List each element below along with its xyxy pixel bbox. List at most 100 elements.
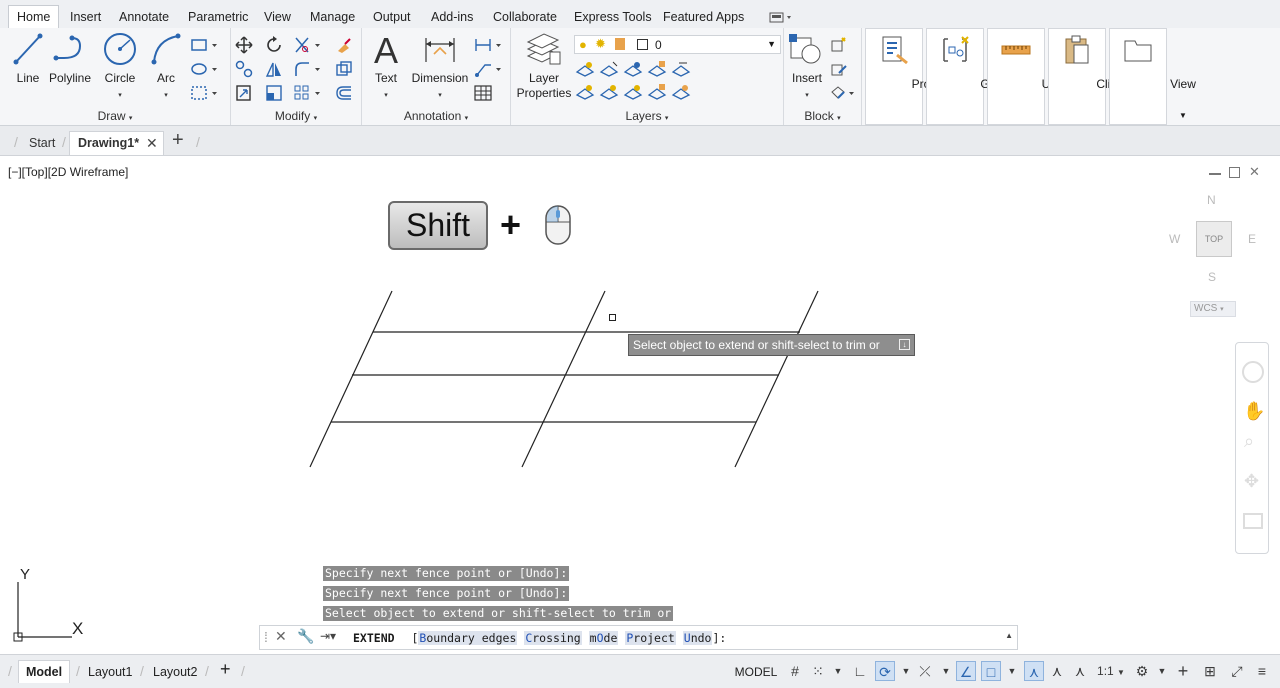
block-panel-title[interactable]: Block ▾ — [784, 109, 861, 123]
option-undo[interactable]: Undo — [682, 631, 713, 645]
properties-flyout[interactable]: Properties ▼ — [865, 28, 966, 125]
block-attributes-icon[interactable] — [830, 84, 854, 102]
object-snap-tracking-icon[interactable]: ∠ — [956, 661, 976, 681]
steering-wheel-icon[interactable] — [1242, 361, 1264, 383]
model-space-button[interactable]: MODEL — [732, 662, 780, 682]
gear-icon[interactable]: ⚙ — [1132, 661, 1152, 681]
wrench-icon[interactable]: 🔧 — [297, 628, 314, 645]
tab-output[interactable]: Output — [365, 6, 419, 28]
tab-featured-apps[interactable]: Featured Apps — [655, 6, 752, 28]
insert-button[interactable]: Insert ▾ — [786, 32, 828, 100]
explode-icon[interactable] — [335, 60, 353, 78]
utilities-flyout[interactable]: Utilities ▼ — [987, 28, 1080, 125]
tab-manage[interactable]: Manage — [302, 6, 363, 28]
wcs-dropdown[interactable]: WCS ▾ — [1190, 301, 1236, 317]
model-tab[interactable]: Model — [18, 660, 70, 683]
tab-home[interactable]: Home — [8, 5, 60, 29]
option-boundary-edges[interactable]: Boundary edges — [418, 631, 518, 645]
tab-annotate[interactable]: Annotate — [111, 6, 177, 28]
chevron-down-icon[interactable]: ▼ — [896, 661, 916, 681]
trim-icon[interactable] — [293, 36, 320, 54]
showmotion-icon[interactable] — [1243, 513, 1263, 529]
object-snap-icon[interactable]: □ — [981, 661, 1001, 681]
pan-icon[interactable]: ✋ — [1243, 401, 1265, 422]
tab-add-ins[interactable]: Add-ins — [423, 6, 481, 28]
option-mode[interactable]: mOde — [588, 631, 619, 645]
drawing-viewport[interactable]: [−][Top][2D Wireframe] ✕ Shift + N W E S… — [0, 157, 1280, 654]
tab-express-tools[interactable]: Express Tools — [566, 6, 660, 28]
isolate-objects-icon[interactable]: ⊞ — [1200, 661, 1220, 681]
ortho-icon[interactable]: ∟ — [850, 661, 870, 681]
tab-parametric[interactable]: Parametric — [180, 6, 256, 28]
close-icon[interactable]: ✕ — [275, 628, 287, 645]
copy-icon[interactable] — [235, 60, 253, 78]
viewcube-east[interactable]: E — [1248, 232, 1256, 246]
view-flyout[interactable]: View ▼ — [1109, 28, 1196, 125]
viewcube-north[interactable]: N — [1207, 193, 1216, 207]
array-icon[interactable] — [293, 84, 320, 102]
annotation-scale-value[interactable]: 1:1 ▼ — [1096, 661, 1126, 681]
viewcube-south[interactable]: S — [1208, 270, 1216, 284]
arrow-down-icon[interactable]: ↓ — [899, 339, 910, 350]
start-tab[interactable]: Start — [29, 132, 55, 154]
rotate-icon[interactable] — [265, 36, 283, 54]
text-button[interactable]: A Text ▾ — [368, 30, 404, 100]
snap-mode-icon[interactable]: ⁙ — [808, 661, 828, 681]
option-project[interactable]: Project — [625, 631, 676, 645]
drag-handle-icon[interactable]: ⁞ — [264, 629, 268, 645]
erase-icon[interactable] — [335, 36, 353, 54]
chevron-down-icon[interactable]: ▼ — [1152, 661, 1172, 681]
circle-button[interactable]: Circle ▾ — [100, 32, 140, 100]
modify-panel-title[interactable]: Modify ▾ — [231, 109, 361, 123]
arc-button[interactable]: Arc ▾ — [148, 32, 184, 100]
grid-icon[interactable]: # — [785, 661, 805, 681]
recent-commands-icon[interactable]: ⇥▾ — [320, 629, 336, 643]
orbit-icon[interactable]: ✥ — [1244, 471, 1259, 492]
chevron-down-icon[interactable]: ▼ — [828, 661, 848, 681]
clean-screen-icon[interactable]: ⤢ — [1227, 661, 1247, 681]
option-crossing[interactable]: Crossing — [524, 631, 582, 645]
isodraft-icon[interactable]: ⤫ — [915, 661, 935, 681]
annotation-scale-icon[interactable]: ⋏ — [1070, 661, 1090, 681]
viewcube[interactable]: N W E S TOP WCS ▾ — [1166, 193, 1266, 318]
ribbon-display-toggle[interactable] — [769, 10, 795, 24]
layer-properties-button[interactable]: Layer Properties — [513, 32, 575, 101]
viewcube-top-face[interactable]: TOP — [1196, 221, 1232, 257]
groups-flyout[interactable]: Groups ▼ — [926, 28, 1020, 125]
draw-panel-title[interactable]: Draw ▾ — [0, 109, 230, 123]
tab-view[interactable]: View — [256, 6, 299, 28]
add-layout-button[interactable]: + — [220, 659, 231, 679]
annotation-panel-title[interactable]: Annotation ▾ — [362, 109, 510, 123]
polyline-button[interactable]: Polyline — [48, 32, 92, 86]
close-icon[interactable]: ✕ — [146, 132, 158, 154]
chevron-down-icon[interactable]: ▼ — [1002, 661, 1022, 681]
annotation-visibility-icon[interactable]: ⋏ — [1024, 661, 1044, 681]
line-button[interactable]: Line — [8, 32, 48, 86]
layout2-tab[interactable]: Layout2 — [153, 662, 197, 682]
rectangle-icon[interactable] — [190, 36, 217, 54]
polar-tracking-icon[interactable]: ⟳ — [875, 661, 895, 681]
chevron-up-icon[interactable]: ▲ — [1005, 631, 1013, 640]
linear-dimension-icon[interactable] — [474, 36, 501, 54]
tab-collaborate[interactable]: Collaborate — [485, 6, 565, 28]
dimension-button[interactable]: Dimension ▾ — [408, 32, 472, 100]
stretch-icon[interactable] — [235, 84, 253, 102]
leader-icon[interactable] — [474, 60, 501, 78]
auto-scale-icon[interactable]: ⋏ — [1047, 661, 1067, 681]
boundary-icon[interactable] — [190, 84, 217, 102]
hatch-icon[interactable] — [190, 60, 217, 78]
menu-icon[interactable]: ≡ — [1252, 661, 1272, 681]
edit-block-icon[interactable] — [830, 60, 848, 78]
chevron-down-icon[interactable]: ▼ — [936, 661, 956, 681]
add-icon[interactable]: + — [1173, 661, 1193, 681]
viewcube-west[interactable]: W — [1169, 232, 1180, 246]
mirror-icon[interactable] — [265, 60, 283, 78]
table-icon[interactable] — [474, 84, 492, 102]
layers-panel-title[interactable]: Layers ▾ — [511, 109, 783, 123]
clipboard-flyout[interactable]: Clipboard ▼ — [1048, 28, 1148, 125]
command-prompt[interactable]: EXTEND [Boundary edges Crossing mOde Pro… — [353, 631, 726, 645]
layer-dropdown[interactable]: ● ✹ 0 ▼ — [574, 35, 781, 54]
layout1-tab[interactable]: Layout1 — [88, 662, 132, 682]
fillet-icon[interactable] — [293, 60, 320, 78]
drawing1-tab[interactable]: Drawing1* ✕ — [69, 131, 164, 155]
